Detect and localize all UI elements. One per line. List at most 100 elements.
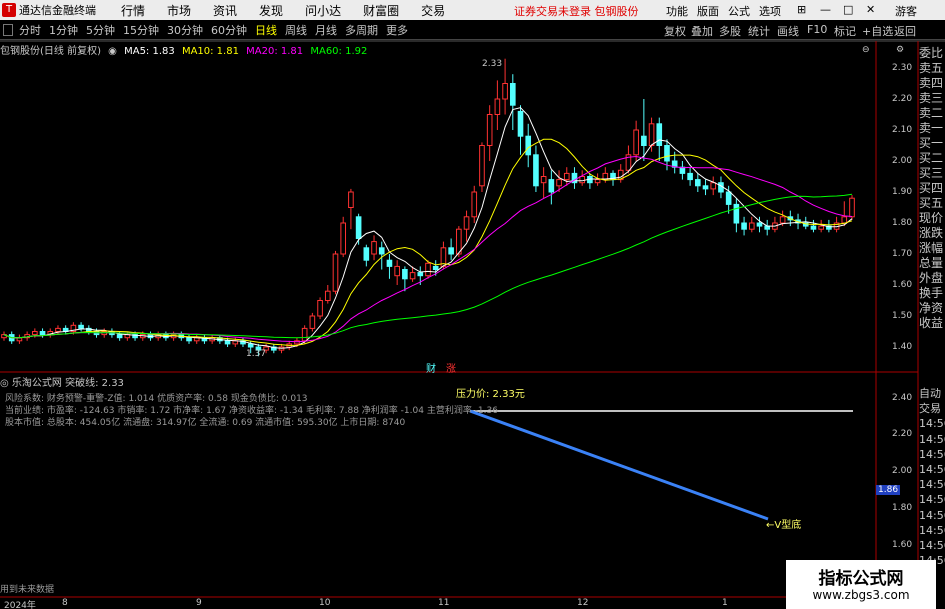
order-label: 买三 [919,166,944,180]
chart-options-icon[interactable]: ◉ [108,46,117,57]
candle-body [363,247,370,261]
bottom-status: 用到未来数据 [0,585,55,595]
price-tick: 2.10 [892,125,913,135]
candle-body [309,315,316,329]
order-label: 买二 [919,151,944,165]
moving-average-lines [3,107,853,349]
candle-body [301,327,308,342]
price-tick: 1.60 [892,280,913,290]
date-tick: 9 [196,598,202,608]
candle-body [748,222,755,230]
candle-body [247,343,254,348]
chart-grid [0,40,945,609]
candle-body [378,247,385,255]
candle-body [579,176,585,184]
candle-body [648,123,655,147]
watermark-url: www.zbgs3.com [812,588,910,602]
candle-body [78,324,84,329]
ma5-label: MA5: 1.83 [124,46,175,57]
price-info-line: 包钢股份(日线 前复权) ◉ MA5: 1.83 MA10: 1.81 MA20… [0,42,371,57]
quote-label: 涨幅 [919,241,944,255]
candle-body [494,98,501,115]
current-value-badge: 1.86 [876,485,901,495]
candle-body [417,272,424,277]
candle-body [486,114,493,146]
order-label: 卖三 [919,91,944,105]
candle-body [810,225,817,230]
candle-body [725,191,732,205]
candlesticks [1,58,855,357]
price-tick: 2.30 [892,63,913,73]
candle-body [324,290,331,302]
indicator-tick: 2.20 [892,429,913,439]
order-label: 买四 [919,181,944,195]
candle-body [641,135,647,146]
order-label: 委比 [919,46,944,60]
candle-body [849,197,855,218]
date-tick: 11 [438,598,450,608]
pressure-trend-line [469,409,769,521]
candle-body [548,179,555,193]
order-book-panel: 委比 卖五 卖四 卖三 卖二 卖一 买一 买二 买三 买四 买五 现价 涨跌 涨… [919,46,945,331]
watermark-title: 指标公式网 [818,569,904,589]
candle-body [533,154,539,187]
candle-body [525,135,532,156]
price-tick: 1.40 [892,342,913,352]
quote-label: 收益 [919,316,944,330]
kline-chart[interactable] [0,0,945,609]
zoom-icon[interactable]: ⊖ [862,45,870,55]
indicator-header: ◎ 乐淘公式网 突破线: 2.33 [0,374,124,389]
candle-body [425,262,431,277]
price-tick: 2.20 [892,94,913,104]
candle-body [710,182,717,190]
candle-body [563,172,570,181]
indicator-tick: 1.60 [892,540,913,550]
candle-body [409,272,416,280]
trade-tab-trade[interactable]: 交易 [919,401,945,416]
candle-body [371,241,377,255]
settings-icon[interactable]: ⚙ [896,45,904,55]
candle-body [402,269,408,280]
candle-body [733,203,740,224]
price-tick: 1.90 [892,187,913,197]
candle-body [386,259,393,267]
tick-time: 14:56 [919,493,945,507]
candle-body [448,247,454,255]
quote-label: 总量 [919,256,944,270]
ma10-label: MA10: 1.81 [181,46,239,57]
candle-body [355,216,362,240]
quote-label: 净资 [919,301,944,315]
ma20-label: MA20: 1.81 [246,46,304,57]
finance-marker[interactable]: 财 [426,360,436,375]
trade-tab-auto[interactable]: 自动 [919,386,945,401]
limit-up-marker[interactable]: 涨 [446,360,456,375]
quote-label: 外盘 [919,271,944,285]
stock-title: 包钢股份(日线 前复权) [0,46,101,57]
price-tick: 2.00 [892,156,913,166]
candle-body [818,225,824,230]
order-label: 买五 [919,196,944,210]
candle-body [348,191,354,208]
indicator-options-icon[interactable]: ◎ [0,378,9,389]
tick-time: 14:56 [919,432,945,446]
stat-capital: 股本市值: 总股本: 454.05亿 流通盘: 314.97亿 全流通: 0.6… [5,418,406,428]
ma10-line [3,138,853,346]
ma20-line [3,155,853,343]
candle-body [332,253,339,292]
high-price-label: 2.33 [482,59,503,69]
candle-body [540,176,547,184]
indicator-tick: 1.80 [892,503,913,513]
date-tick: 2024年 [4,601,36,609]
order-label: 卖四 [919,76,944,90]
ma60-label: MA60: 1.92 [310,46,368,57]
candle-body [556,179,562,187]
candle-body [39,331,46,336]
quote-label: 换手 [919,286,944,300]
quote-label: 现价 [919,211,944,225]
price-tick: 1.50 [892,311,913,321]
v-bottom-label: ←V型底 [766,520,802,531]
candle-body [186,337,192,342]
candle-body [509,83,516,106]
tick-time: 14:56 [919,523,945,537]
candle-body [695,179,701,187]
